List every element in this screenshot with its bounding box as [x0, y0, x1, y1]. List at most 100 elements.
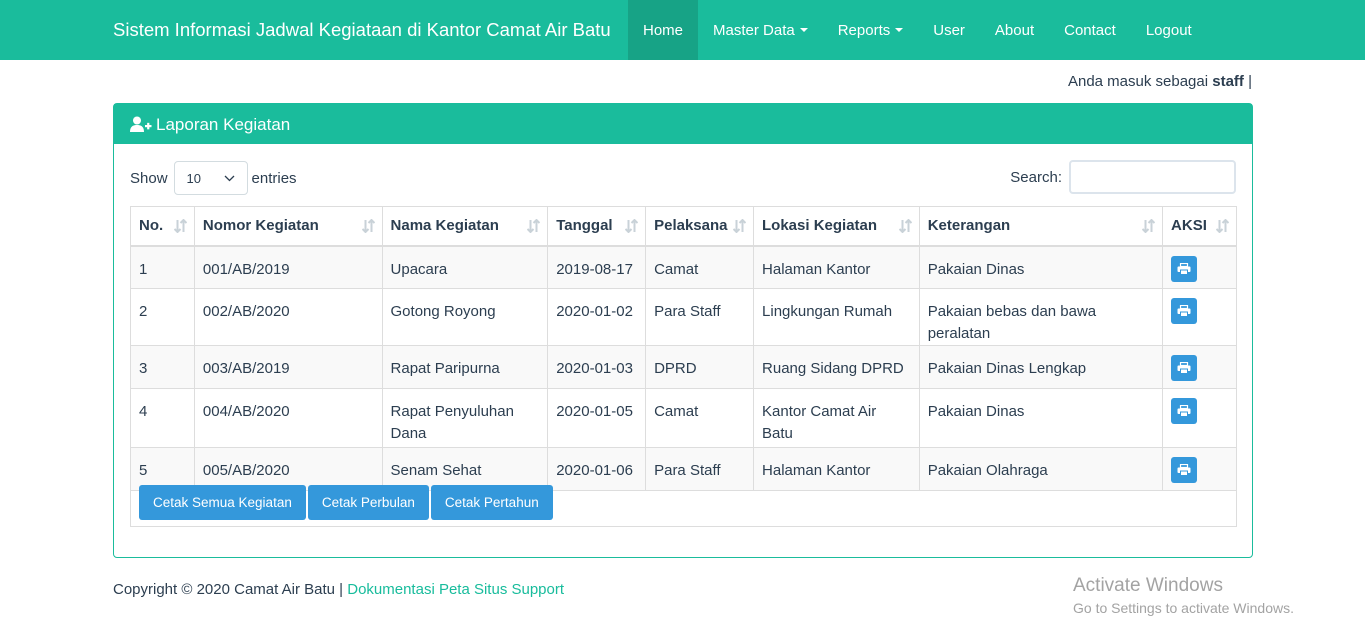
cell-lokasi: Kantor Camat Air Batu [753, 388, 920, 448]
sort-icon [898, 219, 912, 233]
sort-icon [527, 219, 541, 233]
report-table-container: No. Nomor Kegiatan Nama Kegiatan Tanggal… [130, 206, 1237, 527]
nav-reports[interactable]: Reports [823, 0, 919, 60]
watermark-subtitle: Go to Settings to activate Windows. [1073, 600, 1294, 616]
login-user: staff [1212, 73, 1244, 90]
print-actions: Cetak Semua Kegiatan Cetak Perbulan Ceta… [139, 485, 555, 520]
print-button[interactable] [1171, 298, 1198, 324]
col-header-nomor[interactable]: Nomor Kegiatan [193, 206, 383, 247]
cell-pelaksana: Para Staff [645, 288, 755, 346]
panel-heading: Laporan Kegiatan [114, 104, 1252, 144]
login-suffix: | [1248, 73, 1252, 90]
cell-tanggal: 2020-01-05 [547, 388, 647, 448]
top-navbar: Sistem Informasi Jadwal Kegiataan di Kan… [0, 0, 1365, 60]
table-header-row: No. Nomor Kegiatan Nama Kegiatan Tanggal… [130, 206, 1237, 247]
col-header-pelaksana[interactable]: Pelaksana [645, 206, 755, 247]
page-size-select[interactable]: 10 [173, 161, 248, 195]
search-input[interactable] [1069, 160, 1236, 194]
print-icon [1177, 262, 1191, 275]
cell-tanggal: 2020-01-02 [547, 288, 647, 346]
col-header-keterangan[interactable]: Keterangan [918, 206, 1164, 247]
caret-down-icon [895, 28, 904, 33]
sort-icon [361, 219, 375, 233]
col-header-lokasi[interactable]: Lokasi Kegiatan [753, 206, 920, 247]
nav-logout[interactable]: Logout [1131, 0, 1207, 60]
cell-keterangan: Pakaian Dinas Lengkap [918, 345, 1164, 389]
footer-links[interactable]: Dokumentasi Peta Situs Support [347, 581, 564, 598]
print-icon [1177, 305, 1191, 317]
nav-about-label: About [994, 22, 1035, 39]
cell-no: 1 [130, 245, 195, 289]
page-footer: Copyright © 2020 Camat Air Batu | Dokume… [113, 581, 564, 598]
print-all-button[interactable]: Cetak Semua Kegiatan [139, 485, 306, 520]
cell-tanggal: 2020-01-03 [547, 345, 647, 389]
report-table: No. Nomor Kegiatan Nama Kegiatan Tanggal… [130, 206, 1237, 491]
nav-contact-label: Contact [1064, 22, 1116, 39]
col-header-label: Lokasi Kegiatan [762, 217, 878, 234]
report-panel: Laporan Kegiatan Show 10 entries Search:… [113, 103, 1253, 558]
col-header-label: No. [139, 217, 164, 234]
sort-icon [733, 219, 747, 233]
cell-aksi [1162, 345, 1237, 389]
cell-tanggal: 2020-01-06 [547, 447, 647, 491]
cell-nama: Gotong Royong [381, 288, 549, 346]
print-button[interactable] [1171, 355, 1198, 381]
col-header-label: Pelaksana [654, 217, 728, 234]
copyright-text: Copyright © 2020 Camat Air Batu | [113, 581, 344, 598]
cell-no: 3 [130, 345, 195, 389]
cell-aksi [1162, 447, 1237, 491]
table-row: 2 002/AB/2020 Gotong Royong 2020-01-02 P… [130, 288, 1237, 346]
nav-user[interactable]: User [918, 0, 980, 60]
cell-aksi [1162, 388, 1237, 448]
sort-icon [1216, 219, 1229, 233]
print-icon [1177, 464, 1191, 476]
col-header-no[interactable]: No. [130, 206, 195, 247]
nav-home-label: Home [643, 22, 684, 39]
nav-home[interactable]: Home [628, 0, 699, 60]
cell-pelaksana: Camat [645, 388, 755, 448]
table-row: 1 001/AB/2019 Upacara 2019-08-17 Camat H… [130, 245, 1237, 289]
table-row: 4 004/AB/2020 Rapat Penyuluhan Dana 2020… [130, 388, 1237, 448]
page-size-control: Show 10 entries [130, 161, 297, 195]
cell-lokasi: Halaman Kantor [753, 245, 920, 289]
nav-contact[interactable]: Contact [1049, 0, 1131, 60]
cell-aksi [1162, 245, 1237, 289]
app-brand[interactable]: Sistem Informasi Jadwal Kegiataan di Kan… [113, 0, 611, 60]
cell-aksi [1162, 288, 1237, 346]
nav-reports-label: Reports [837, 22, 891, 39]
print-button[interactable] [1171, 457, 1198, 483]
col-header-aksi[interactable]: AKSI [1162, 206, 1237, 247]
cell-nama: Rapat Paripurna [381, 345, 549, 389]
sort-icon [625, 219, 639, 233]
nav-master-data[interactable]: Master Data [698, 0, 823, 60]
print-button[interactable] [1171, 398, 1198, 424]
cell-keterangan: Pakaian Dinas [918, 388, 1164, 448]
panel-title: Laporan Kegiatan [156, 114, 291, 134]
cell-nama: Rapat Penyuluhan Dana [381, 388, 549, 448]
col-header-tanggal[interactable]: Tanggal [547, 206, 647, 247]
col-header-label: Keterangan [927, 217, 1011, 234]
cell-no: 4 [130, 388, 195, 448]
col-header-label: Tanggal [556, 217, 613, 234]
cell-pelaksana: DPRD [645, 345, 755, 389]
user-plus-icon [130, 116, 152, 132]
table-search: Search: [1010, 160, 1236, 194]
entries-label: entries [251, 169, 297, 187]
login-status: Anda masuk sebagai staff | [1068, 73, 1252, 90]
nav-about[interactable]: About [980, 0, 1049, 60]
sort-icon [1142, 219, 1156, 233]
col-header-label: AKSI [1171, 217, 1207, 234]
print-button[interactable] [1171, 255, 1198, 282]
cell-pelaksana: Camat [645, 245, 755, 289]
chevron-down-icon [224, 175, 234, 181]
cell-lokasi: Halaman Kantor [753, 447, 920, 491]
print-monthly-button[interactable]: Cetak Perbulan [307, 485, 429, 520]
cell-pelaksana: Para Staff [645, 447, 755, 491]
print-icon [1177, 362, 1191, 374]
cell-lokasi: Ruang Sidang DPRD [753, 345, 920, 389]
cell-no: 2 [130, 288, 195, 346]
page-size-value: 10 [186, 170, 201, 186]
col-header-nama[interactable]: Nama Kegiatan [381, 206, 549, 247]
print-yearly-button[interactable]: Cetak Pertahun [430, 485, 553, 520]
cell-keterangan: Pakaian bebas dan bawa peralatan [918, 288, 1164, 346]
